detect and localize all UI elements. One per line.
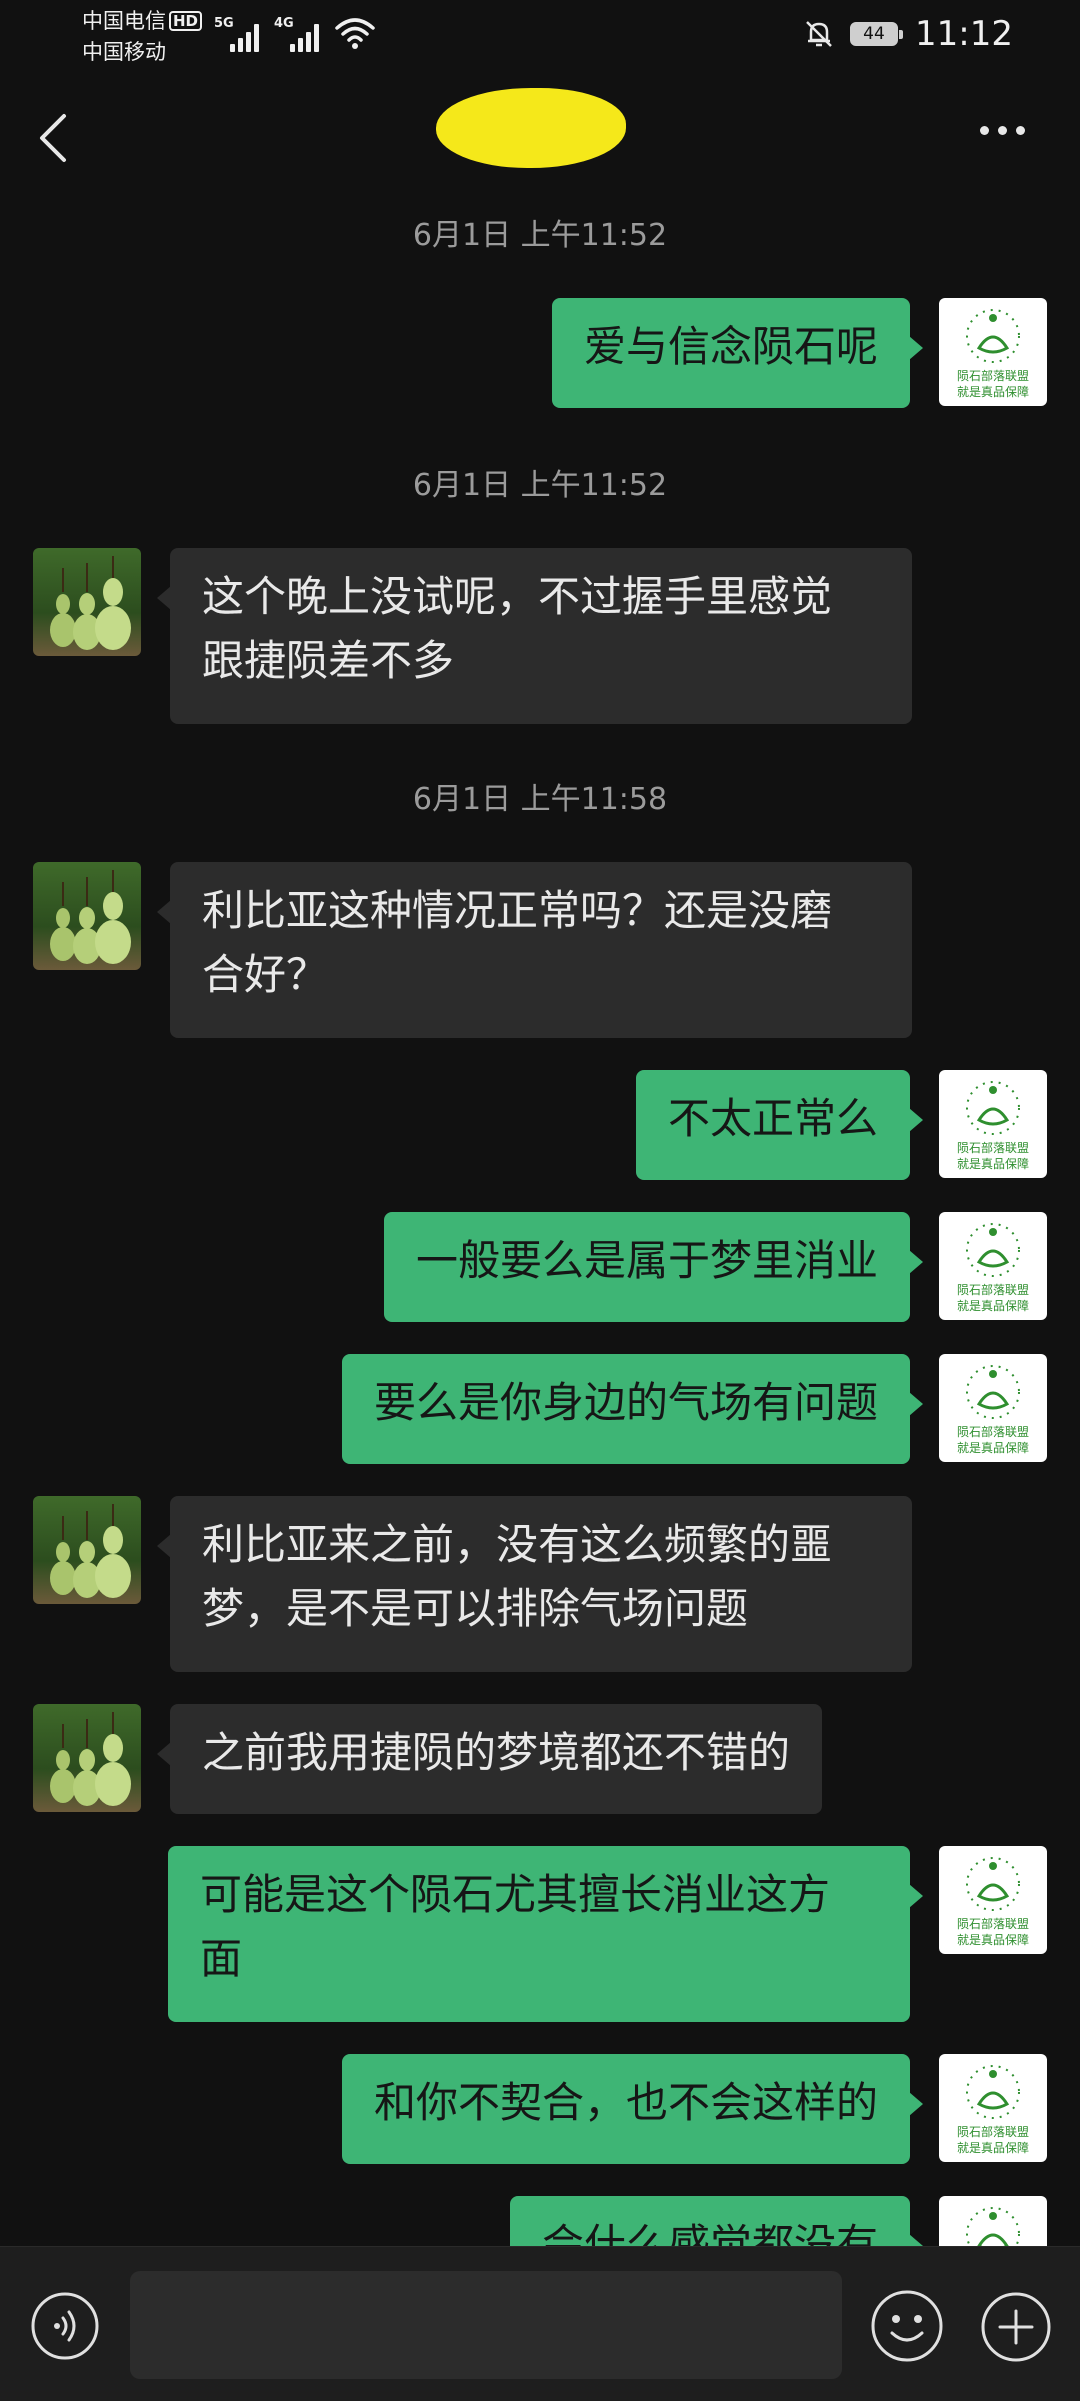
back-arrow-icon[interactable] <box>30 108 76 168</box>
incoming-message[interactable]: 利比亚来之前，没有这么频繁的噩 梦，是不是可以排除气场问题 <box>157 1496 912 1672</box>
meteorite-logo-icon: 陨石部落联盟 就是真品保障 <box>957 309 1029 399</box>
meteorite-logo-icon: 陨石部落联盟 就是真品保障 <box>957 1081 1029 1171</box>
svg-text:陨石部落联盟: 陨石部落联盟 <box>957 368 1029 383</box>
incoming-message[interactable]: 这个晚上没试呢，不过握手里感觉 跟捷陨差不多 <box>157 548 912 724</box>
carrier-1: 中国电信 <box>82 9 166 33</box>
svg-text:陨石部落联盟: 陨石部落联盟 <box>957 1282 1029 1297</box>
incoming-message[interactable]: 利比亚这种情况正常吗？还是没磨 合好？ <box>157 862 912 1038</box>
message-list[interactable]: 6月1日 上午11:52 爱与信念陨石呢 陨石部落联盟 就是真品保障 6月1日 … <box>0 198 1080 2248</box>
outgoing-message[interactable]: 可能是这个陨石尤其擅长消业这方 面 <box>168 1846 923 2022</box>
plus-icon[interactable] <box>980 2291 1052 2363</box>
mute-bell-icon <box>806 21 832 47</box>
contact-avatar[interactable] <box>33 548 141 656</box>
status-time: 11:12 <box>915 14 1013 54</box>
contact-avatar[interactable] <box>33 1496 141 1604</box>
outgoing-message[interactable]: 和你不契合，也不会这样的 <box>341 2054 924 2164</box>
outgoing-message[interactable]: 一般要么是属于梦里消业 <box>383 1212 924 1322</box>
my-avatar[interactable] <box>939 2196 1047 2248</box>
svg-text:陨石部落联盟: 陨石部落联盟 <box>957 1140 1029 1155</box>
meteorite-logo-icon: 陨石部落联盟 就是真品保障 <box>957 1365 1029 1455</box>
gourd-avatar-icon <box>50 556 131 650</box>
battery-icon: 44 <box>850 22 903 46</box>
more-options-icon[interactable] <box>972 118 1032 140</box>
carrier-2: 中国移动 <box>82 40 166 64</box>
svg-text:陨石部落联盟: 陨石部落联盟 <box>957 1424 1029 1439</box>
gourd-avatar-icon <box>50 1504 131 1598</box>
my-avatar[interactable]: 陨石部落联盟 就是真品保障 <box>939 2054 1047 2162</box>
svg-text:就是真品保障: 就是真品保障 <box>957 1932 1029 1947</box>
meteorite-logo-icon: 陨石部落联盟 就是真品保障 <box>957 1223 1029 1313</box>
meteorite-logo-icon <box>966 2207 1020 2248</box>
svg-text:陨石部落联盟: 陨石部落联盟 <box>957 2124 1029 2139</box>
gourd-avatar-icon <box>50 870 131 964</box>
chat-header <box>0 78 1080 198</box>
voice-input-icon[interactable] <box>30 2291 100 2361</box>
my-avatar[interactable]: 陨石部落联盟 就是真品保障 <box>939 298 1047 406</box>
hd-badge: HD <box>169 11 203 31</box>
svg-text:就是真品保障: 就是真品保障 <box>957 384 1029 399</box>
wifi-icon <box>335 18 375 49</box>
gourd-avatar-icon <box>50 1712 131 1806</box>
timestamp: 6月1日 上午11:52 <box>412 218 668 253</box>
outgoing-message[interactable]: 要么是你身边的气场有问题 <box>341 1354 924 1464</box>
contact-avatar[interactable] <box>33 1704 141 1812</box>
my-avatar[interactable]: 陨石部落联盟 就是真品保障 <box>939 1212 1047 1320</box>
message-input[interactable] <box>130 2271 842 2379</box>
input-bar <box>0 2246 1080 2401</box>
emoji-icon[interactable] <box>870 2289 944 2363</box>
svg-text:就是真品保障: 就是真品保障 <box>957 1156 1029 1171</box>
incoming-message[interactable]: 之前我用捷陨的梦境都还不错的 <box>156 1704 823 1814</box>
svg-text:就是真品保障: 就是真品保障 <box>957 2140 1029 2155</box>
timestamp: 6月1日 上午11:52 <box>412 468 668 503</box>
timestamp: 6月1日 上午11:58 <box>412 782 668 817</box>
my-avatar[interactable]: 陨石部落联盟 就是真品保障 <box>939 1070 1047 1178</box>
contact-avatar[interactable] <box>33 862 141 970</box>
contact-name-redacted <box>436 88 626 168</box>
svg-text:就是真品保障: 就是真品保障 <box>957 1298 1029 1313</box>
meteorite-logo-icon: 陨石部落联盟 就是真品保障 <box>957 1857 1029 1947</box>
my-avatar[interactable]: 陨石部落联盟 就是真品保障 <box>939 1354 1047 1462</box>
svg-text:陨石部落联盟: 陨石部落联盟 <box>957 1916 1029 1931</box>
outgoing-message[interactable]: 不太正常么 <box>635 1070 924 1180</box>
outgoing-message[interactable]: 爱与信念陨石呢 <box>551 298 924 408</box>
my-avatar[interactable]: 陨石部落联盟 就是真品保障 <box>939 1846 1047 1954</box>
carrier-info: 中国电信 HD 中国移动 <box>82 6 203 68</box>
status-bar: 中国电信 HD 中国移动 5G 4G 44 11:12 <box>0 0 1080 78</box>
meteorite-logo-icon: 陨石部落联盟 就是真品保障 <box>957 2065 1029 2155</box>
svg-text:就是真品保障: 就是真品保障 <box>957 1440 1029 1455</box>
outgoing-message[interactable]: 会什么感觉都没有 <box>509 2196 924 2248</box>
